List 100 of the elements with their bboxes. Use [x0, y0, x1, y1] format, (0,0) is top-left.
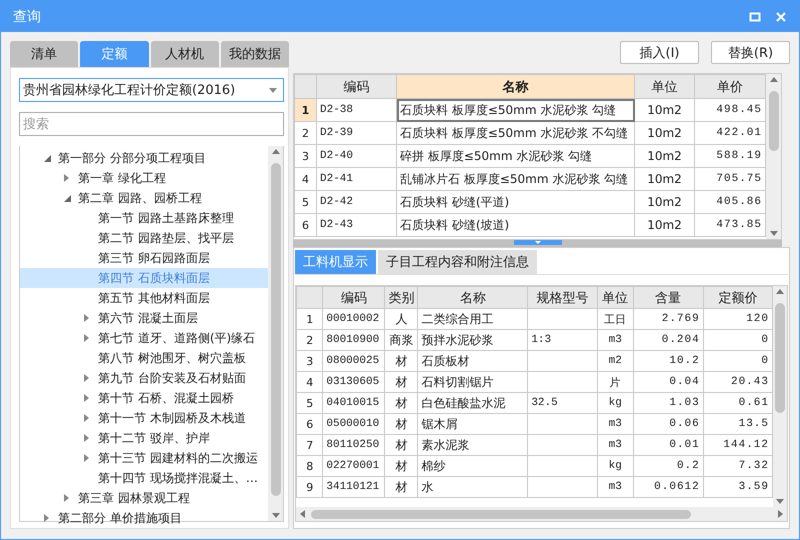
tree-item[interactable]: 第一部分 分部分项工程项目 [20, 148, 268, 168]
search-field[interactable]: 搜索 [19, 112, 284, 136]
tree-item[interactable]: 第二部分 单价措施项目 [20, 508, 268, 528]
table-row[interactable]: 2 D2-39 石质块料 板厚度≤50mm 水泥砂浆 不勾缝 10m2 422.01 [294, 122, 766, 144]
column-header[interactable]: 规格型号 [528, 286, 598, 308]
close-icon[interactable] [775, 10, 787, 22]
scrollbar[interactable] [296, 507, 787, 521]
table-cell: 乱铺冰片石 板厚度≤50mm 水泥砂浆 勾缝 [396, 168, 634, 190]
scroll-up-icon[interactable] [272, 149, 280, 154]
tree-item[interactable]: 第十节 石桥、混凝土园桥 [20, 388, 268, 408]
tree-item[interactable]: 第十三节 园建材料的二次搬运 [20, 448, 268, 468]
table-cell: 0.04 [633, 372, 704, 392]
tree-item[interactable]: 第五节 其他材料面层 [20, 288, 268, 308]
table-cell: 材 [384, 434, 418, 456]
collapsed-triangle-icon[interactable] [84, 394, 89, 402]
expanded-triangle-icon[interactable] [64, 194, 71, 202]
table-row[interactable]: 5 D2-42 石质块料 砂缝(平道) 10m2 405.86 [294, 190, 766, 214]
dropdown-value: 贵州省园林绿化工程计价定额(2016) [23, 82, 236, 99]
tree-item[interactable]: 第一章 绿化工程 [20, 168, 268, 188]
table-cell: 0.01 [633, 434, 704, 456]
scrollbar-thumb[interactable] [270, 163, 280, 496]
splitter-handle-icon[interactable] [514, 240, 562, 245]
table-cell: 片 [597, 372, 634, 392]
column-header[interactable]: 定额价 [703, 286, 772, 308]
row-number: 4 [296, 372, 323, 392]
table-cell: 石质块料 板厚度≤50mm 水泥砂浆 不勾缝 [396, 122, 634, 144]
table-row[interactable]: 3 D2-40 碎拼 板厚度≤50mm 水泥砂浆 勾缝 10m2 588.19 [294, 144, 766, 168]
tree-item[interactable]: 第六节 混凝土面层 [20, 308, 268, 328]
tree-item[interactable]: 第十一节 木制园桥及木栈道 [20, 408, 268, 428]
table-cell: m3 [597, 476, 634, 498]
column-header[interactable]: 名称 [396, 74, 634, 98]
column-header[interactable]: 单位 [634, 74, 694, 98]
scrollbar[interactable] [268, 146, 283, 521]
collapsed-triangle-icon[interactable] [84, 314, 89, 322]
tree-item[interactable]: 第十四节 现场搅拌混凝土、… [20, 468, 268, 488]
tab[interactable]: 子目工程内容和附注信息 [378, 250, 537, 274]
column-header[interactable]: 编码 [316, 74, 396, 98]
library-dropdown[interactable]: 贵州省园林绿化工程计价定额(2016) [19, 78, 284, 102]
scrollbar-thumb[interactable] [311, 510, 691, 518]
column-header[interactable]: 编码 [322, 286, 385, 308]
maximize-icon[interactable] [749, 10, 761, 22]
tab[interactable]: 我的数据 [220, 41, 289, 67]
collapsed-triangle-icon[interactable] [84, 374, 89, 382]
action-button[interactable]: 插入(I) [620, 41, 699, 64]
row-number: 5 [294, 190, 316, 214]
scroll-up-icon[interactable] [770, 77, 778, 82]
table-cell: 工日 [597, 308, 634, 330]
tree-item[interactable]: 第八节 树池围牙、树穴盖板 [20, 348, 268, 368]
table-cell: m3 [597, 330, 634, 350]
column-header[interactable]: 类别 [384, 286, 418, 308]
row-number: 1 [294, 98, 316, 122]
column-header[interactable]: 单位 [597, 286, 634, 308]
scroll-left-icon[interactable] [300, 510, 305, 518]
row-number: 2 [296, 330, 323, 350]
tree-item[interactable]: 第七节 道牙、道路侧(平)缘石 [20, 328, 268, 348]
collapsed-triangle-icon[interactable] [84, 414, 89, 422]
scroll-down-icon[interactable] [770, 231, 778, 236]
table-cell: 碎拼 板厚度≤50mm 水泥砂浆 勾缝 [396, 144, 634, 168]
action-button[interactable]: 替换(R) [711, 41, 790, 64]
row-number: 3 [296, 350, 323, 372]
row-number: 6 [296, 414, 323, 434]
collapsed-triangle-icon[interactable] [84, 454, 89, 462]
tree-item[interactable]: 第三节 卵石园路面层 [20, 248, 268, 268]
table-row[interactable]: 4 D2-41 乱铺冰片石 板厚度≤50mm 水泥砂浆 勾缝 10m2 705.75 [294, 168, 766, 190]
tree-item[interactable]: 第一节 园路土基路床整理 [20, 208, 268, 228]
scroll-up-icon[interactable] [776, 289, 784, 294]
collapsed-triangle-icon[interactable] [64, 174, 69, 182]
tree-item[interactable]: 第九节 台阶安装及石材贴面 [20, 368, 268, 388]
scrollbar-thumb[interactable] [768, 91, 778, 151]
table-row[interactable]: 6 D2-43 石质块料 砂缝(坡道) 10m2 473.85 [294, 214, 766, 236]
column-header[interactable]: 含量 [633, 286, 704, 308]
table-cell: D2-39 [316, 122, 396, 144]
collapsed-triangle-icon[interactable] [84, 434, 89, 442]
collapsed-triangle-icon[interactable] [84, 334, 89, 342]
column-header[interactable]: 单价 [694, 74, 766, 98]
column-header[interactable]: 名称 [418, 286, 528, 308]
scrollbar-thumb[interactable] [775, 303, 785, 413]
table-cell: kg [597, 392, 634, 414]
table-cell: 预拌水泥砂浆 [418, 330, 528, 350]
collapsed-triangle-icon[interactable] [44, 514, 49, 522]
scroll-down-icon[interactable] [272, 513, 280, 518]
row-number: 8 [296, 456, 323, 476]
table-cell: 材 [384, 476, 418, 498]
scrollbar[interactable] [766, 74, 781, 239]
scrollbar[interactable] [773, 286, 787, 507]
table-cell: 白色硅酸盐水泥 [418, 392, 528, 414]
scroll-down-icon[interactable] [776, 499, 784, 504]
expanded-triangle-icon[interactable] [44, 154, 51, 162]
table-row[interactable]: 1 D2-38 石质块料 板厚度≤50mm 水泥砂浆 勾缝 10m2 498.45 [294, 98, 766, 122]
tab[interactable]: 人材机 [150, 41, 219, 67]
tree-item[interactable]: 第二节 园路垫层、找平层 [20, 228, 268, 248]
table-cell: 08000025 [322, 350, 385, 372]
tree-item[interactable]: 第三章 园林景观工程 [20, 488, 268, 508]
tree-item[interactable]: 第二章 园路、园桥工程 [20, 188, 268, 208]
scroll-right-icon[interactable] [778, 510, 783, 518]
table-cell: 石质块料 砂缝(坡道) [396, 214, 634, 236]
tree-item[interactable]: 第十二节 驳岸、护岸 [20, 428, 268, 448]
row-number: 2 [294, 122, 316, 144]
collapsed-triangle-icon[interactable] [64, 494, 69, 502]
tab[interactable]: 清单 [10, 41, 78, 67]
